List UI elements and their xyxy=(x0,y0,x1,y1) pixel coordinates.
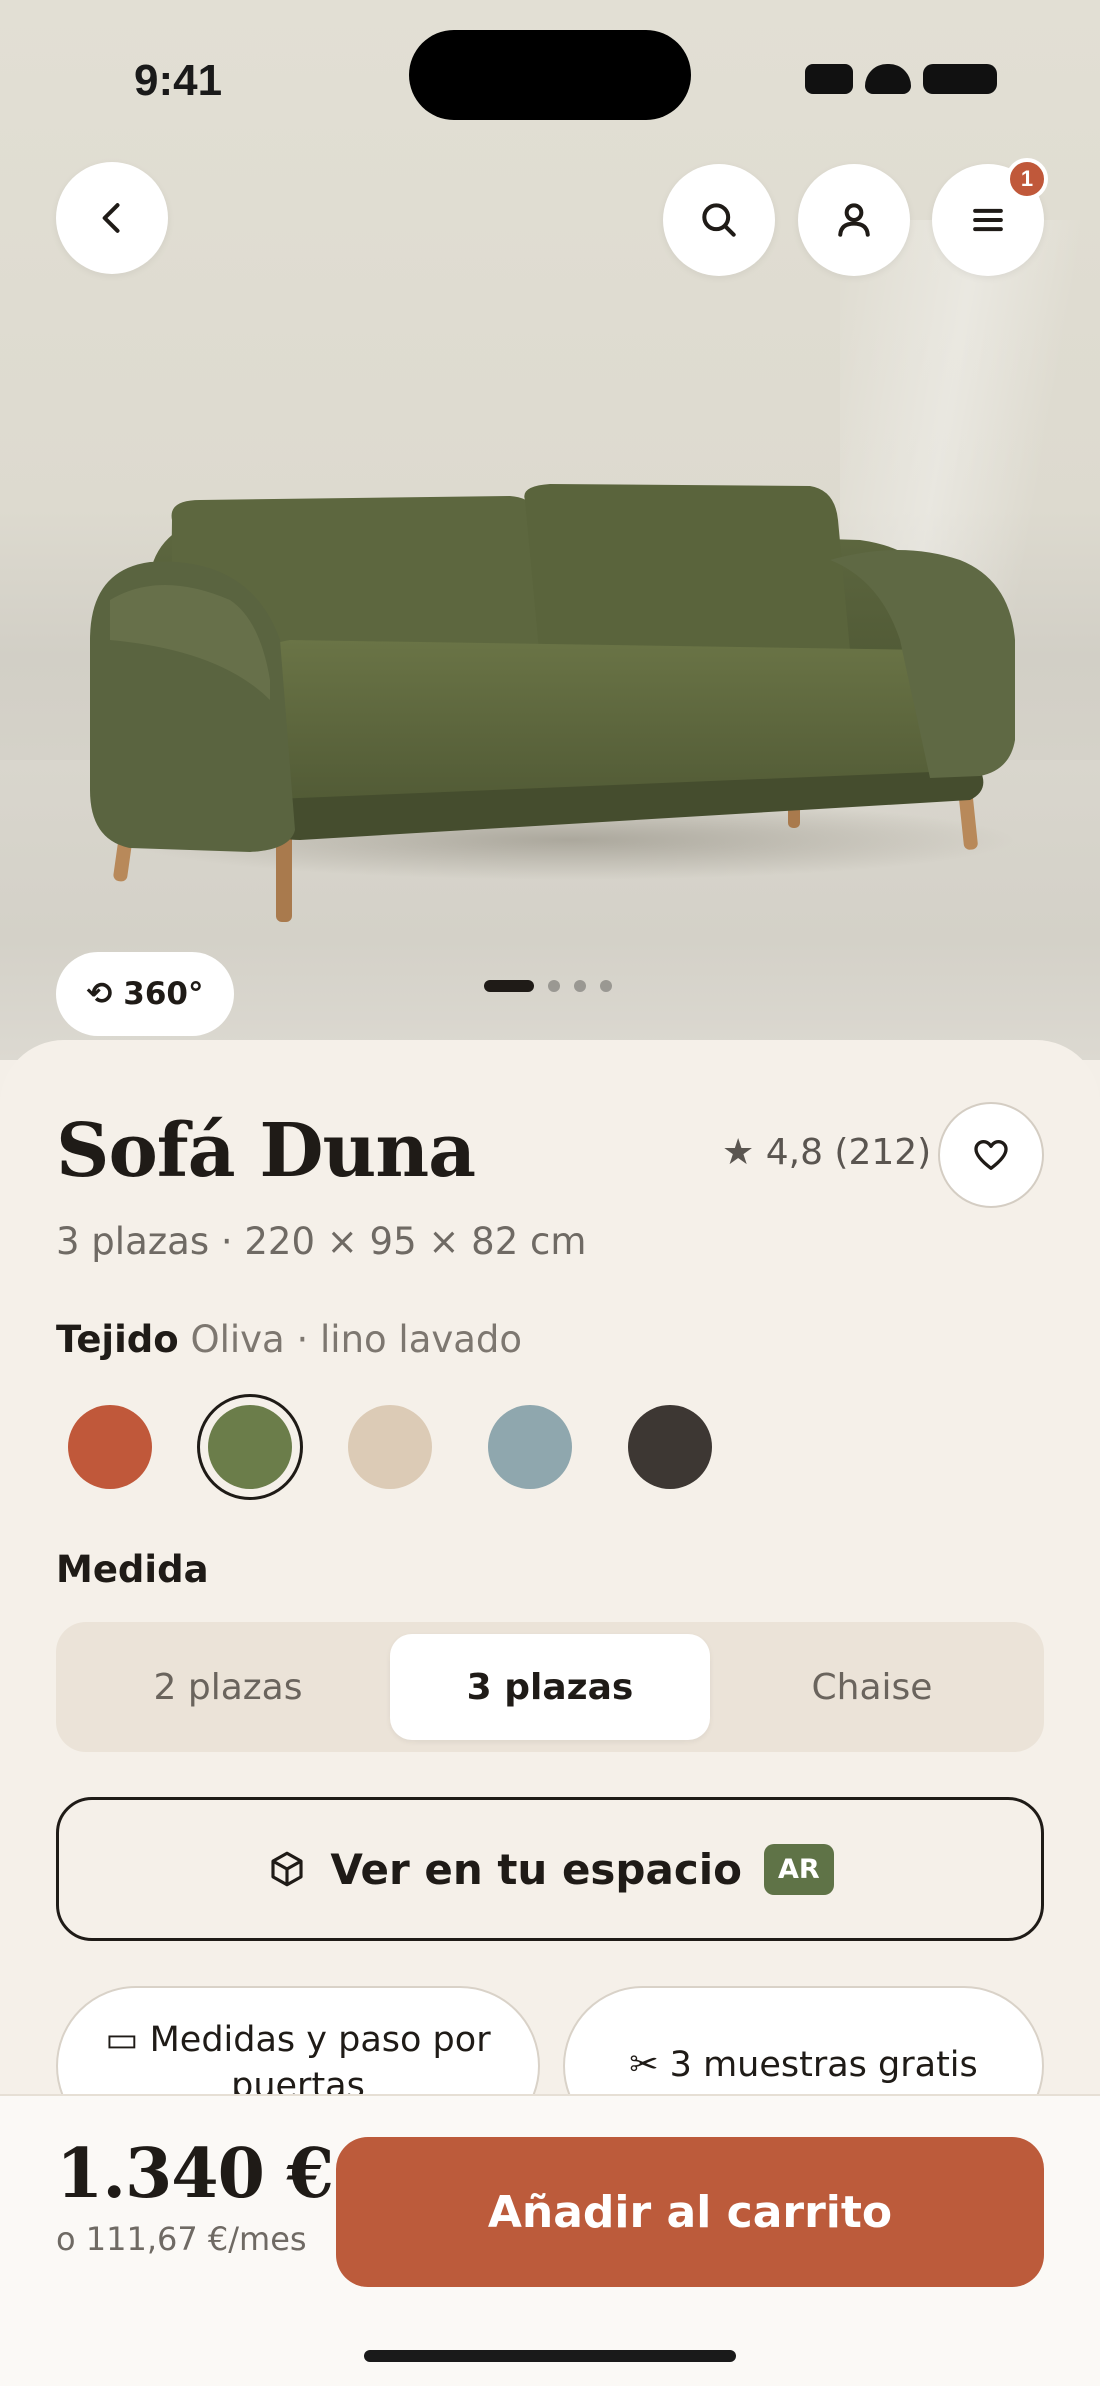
size-selector: 2 plazas 3 plazas Chaise xyxy=(56,1622,1044,1752)
add-to-cart-button[interactable]: Añadir al carrito xyxy=(336,2137,1044,2287)
product-specs: 3 plazas · 220 × 95 × 82 cm xyxy=(56,1220,587,1263)
swatch-terracotta[interactable] xyxy=(68,1405,152,1489)
view-in-space-label: Ver en tu espacio xyxy=(330,1844,742,1894)
cube-icon xyxy=(271,1851,303,1887)
cart-count-badge: 1 xyxy=(1006,158,1048,200)
favorite-button[interactable] xyxy=(938,1102,1044,1208)
menu-icon xyxy=(973,208,1003,232)
product-title: Sofá Duna xyxy=(56,1108,476,1194)
account-button[interactable] xyxy=(798,164,910,276)
gallery-pagination[interactable] xyxy=(484,980,612,992)
page-dot[interactable] xyxy=(484,980,534,992)
battery-icon xyxy=(923,64,997,94)
user-icon xyxy=(838,203,870,237)
price: 1.340 € xyxy=(56,2134,334,2214)
dynamic-island xyxy=(409,30,691,120)
search-button[interactable] xyxy=(663,164,775,276)
search-icon xyxy=(702,203,736,237)
monthly-price: o 111,67 €/mes xyxy=(56,2220,307,2258)
sofa-illustration xyxy=(90,484,1015,922)
product-rating[interactable]: ★ 4,8 (212) xyxy=(722,1132,931,1173)
status-bar: 9:41 xyxy=(0,0,1100,150)
product-image[interactable]: 9:41 1 ⟲ 360° xyxy=(0,0,1100,1060)
page-dot[interactable] xyxy=(574,980,586,992)
size-label: Medida xyxy=(56,1548,209,1591)
swatch-blue-grey[interactable] xyxy=(488,1405,572,1489)
heart-icon xyxy=(974,1140,1008,1170)
view-in-space-button[interactable]: Ver en tu espacio AR xyxy=(56,1797,1044,1941)
page-dot[interactable] xyxy=(548,980,560,992)
fabric-row: Tejido Oliva · lino lavado xyxy=(56,1318,522,1361)
size-option-2-plazas[interactable]: 2 plazas xyxy=(68,1634,388,1740)
wifi-icon xyxy=(865,64,911,94)
page-dot[interactable] xyxy=(600,980,612,992)
fabric-label: Tejido xyxy=(56,1318,179,1361)
swatch-beige[interactable] xyxy=(348,1405,432,1489)
fabric-selected-name: Oliva · lino lavado xyxy=(190,1318,523,1361)
view-360-button[interactable]: ⟲ 360° xyxy=(56,952,234,1036)
chevron-left-icon xyxy=(102,203,120,233)
swatch-charcoal[interactable] xyxy=(628,1405,712,1489)
size-option-chaise[interactable]: Chaise xyxy=(712,1634,1032,1740)
status-icons xyxy=(805,64,997,96)
menu-button[interactable]: 1 xyxy=(932,158,1048,276)
status-time: 9:41 xyxy=(134,56,223,105)
signal-icon xyxy=(805,64,853,94)
ar-badge: AR xyxy=(764,1843,834,1895)
swatch-olive[interactable] xyxy=(208,1405,292,1489)
home-indicator[interactable] xyxy=(364,2350,736,2362)
size-option-3-plazas[interactable]: 3 plazas xyxy=(390,1634,710,1740)
back-button[interactable] xyxy=(56,162,168,274)
fabric-swatches xyxy=(56,1390,756,1500)
